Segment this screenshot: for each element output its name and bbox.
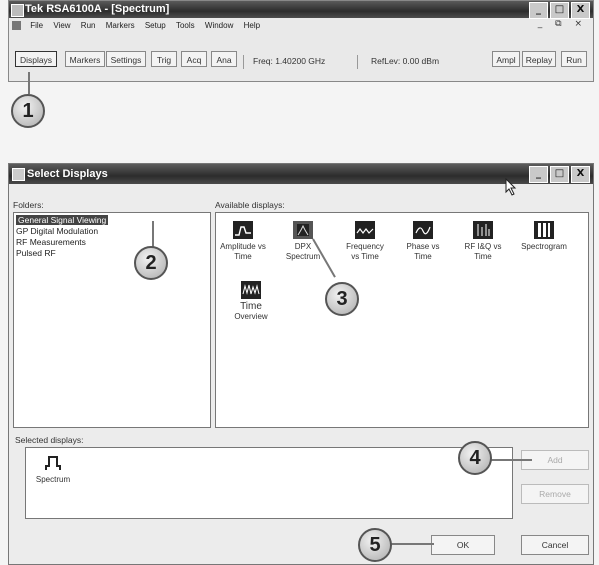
window-controls: _ □ X bbox=[529, 2, 590, 19]
phase-vs-time-icon bbox=[413, 221, 433, 239]
callout-2-leader bbox=[152, 221, 154, 247]
display-time-overview[interactable]: Time Overview bbox=[224, 281, 278, 322]
folder-pulsed-rf[interactable]: Pulsed RF bbox=[16, 248, 56, 258]
menu-help[interactable]: Help bbox=[240, 19, 264, 33]
dialog-title: Select Displays bbox=[27, 168, 108, 180]
dialog-close-button[interactable]: X bbox=[571, 166, 590, 183]
mdi-window-controls[interactable]: _ ⧉ × bbox=[538, 19, 587, 29]
folders-list: General Signal Viewing GP Digital Modula… bbox=[13, 212, 211, 428]
selected-display-label: Spectrum bbox=[35, 475, 71, 484]
frequency-vs-time-icon bbox=[355, 221, 375, 239]
remove-button[interactable]: Remove bbox=[521, 484, 589, 504]
acq-button[interactable]: Acq bbox=[181, 51, 207, 67]
select-displays-dialog: Select Displays _ □ X Folders: Available… bbox=[8, 163, 594, 565]
available-displays-label: Available displays: bbox=[215, 200, 285, 210]
selected-displays-label: Selected displays: bbox=[15, 435, 84, 445]
folders-label: Folders: bbox=[13, 200, 44, 210]
trig-button[interactable]: Trig bbox=[151, 51, 177, 67]
display-label-line2: vs Time bbox=[351, 252, 379, 261]
mouse-cursor-icon bbox=[505, 178, 517, 196]
callout-4-leader bbox=[490, 459, 532, 461]
selected-display-spectrum[interactable]: Spectrum bbox=[26, 454, 80, 485]
display-label-line1: Phase vs bbox=[406, 242, 440, 251]
menu-bar: File View Run Markers Setup Tools Window… bbox=[9, 19, 593, 33]
ana-button[interactable]: Ana bbox=[211, 51, 237, 67]
cancel-button[interactable]: Cancel bbox=[521, 535, 589, 555]
main-title-bar: Tek RSA6100A - [Spectrum] _ □ X bbox=[9, 1, 593, 19]
menu-markers[interactable]: Markers bbox=[102, 19, 139, 33]
callout-5-leader bbox=[390, 543, 434, 545]
main-window: Tek RSA6100A - [Spectrum] _ □ X File Vie… bbox=[8, 0, 594, 82]
close-button[interactable]: X bbox=[571, 2, 590, 19]
menu-setup[interactable]: Setup bbox=[141, 19, 170, 33]
reflev-readout[interactable]: RefLev: 0.00 dBm bbox=[371, 56, 439, 66]
display-phase-vs-time[interactable]: Phase vs Time bbox=[396, 221, 450, 262]
toolbar-separator bbox=[243, 55, 244, 69]
callout-3: 3 bbox=[325, 282, 359, 316]
display-label-line1: RF I&Q vs bbox=[464, 242, 502, 251]
menu-view[interactable]: View bbox=[49, 19, 74, 33]
display-label-line1: Spectrogram bbox=[521, 242, 567, 251]
callout-5: 5 bbox=[358, 528, 392, 562]
spectrogram-icon bbox=[534, 221, 554, 239]
menu-file[interactable]: File bbox=[26, 19, 47, 33]
dialog-window-controls: _ □ X bbox=[529, 166, 590, 183]
spectrum-icon bbox=[43, 454, 63, 472]
run-button[interactable]: Run bbox=[561, 51, 587, 67]
display-amplitude-vs-time[interactable]: Amplitude vs Time bbox=[216, 221, 270, 262]
display-label-line1: DPX bbox=[294, 242, 312, 251]
folder-rf-measurements[interactable]: RF Measurements bbox=[16, 237, 86, 247]
display-label-line2: Time bbox=[414, 252, 432, 261]
callout-2: 2 bbox=[134, 246, 168, 280]
folder-gp-digital-modulation[interactable]: GP Digital Modulation bbox=[16, 226, 98, 236]
settings-button[interactable]: Settings bbox=[106, 51, 146, 67]
app-icon bbox=[11, 4, 24, 17]
maximize-button[interactable]: □ bbox=[550, 2, 569, 19]
callout-1: 1 bbox=[11, 94, 45, 128]
menu-tools[interactable]: Tools bbox=[172, 19, 199, 33]
callout-4: 4 bbox=[458, 441, 492, 475]
freq-readout[interactable]: Freq: 1.40200 GHz bbox=[253, 56, 325, 66]
toolbar-separator bbox=[357, 55, 358, 69]
display-label-line1: Time bbox=[240, 301, 262, 312]
display-frequency-vs-time[interactable]: Frequency vs Time bbox=[338, 221, 392, 262]
replay-button[interactable]: Replay bbox=[522, 51, 556, 67]
callout-1-leader bbox=[28, 72, 30, 94]
rf-iq-vs-time-icon bbox=[473, 221, 493, 239]
display-label-line2: Time bbox=[234, 252, 252, 261]
folder-general-signal-viewing[interactable]: General Signal Viewing bbox=[16, 215, 109, 225]
dialog-minimize-button[interactable]: _ bbox=[529, 166, 548, 183]
menu-window[interactable]: Window bbox=[201, 19, 237, 33]
minimize-button[interactable]: _ bbox=[529, 2, 548, 19]
amplitude-vs-time-icon bbox=[233, 221, 253, 239]
dialog-icon bbox=[12, 168, 25, 181]
available-displays-list: Amplitude vs Time DPX Spectrum Frequency… bbox=[215, 212, 589, 428]
toolbar: Displays Markers Settings Trig Acq Ana F… bbox=[9, 35, 593, 69]
display-label-line2: Overview bbox=[234, 312, 268, 321]
selected-displays-list: Spectrum bbox=[25, 447, 513, 519]
time-overview-icon bbox=[241, 281, 261, 299]
document-icon bbox=[12, 21, 21, 31]
menu-run[interactable]: Run bbox=[77, 19, 100, 33]
ok-button[interactable]: OK bbox=[431, 535, 495, 555]
dialog-maximize-button[interactable]: □ bbox=[550, 166, 569, 183]
display-label-line1: Amplitude vs bbox=[220, 242, 266, 251]
main-window-title: Tek RSA6100A - [Spectrum] bbox=[25, 3, 170, 15]
dpx-spectrum-icon bbox=[293, 221, 313, 239]
display-rf-iq-vs-time[interactable]: RF I&Q vs Time bbox=[456, 221, 510, 262]
display-spectrogram[interactable]: Spectrogram bbox=[512, 221, 576, 252]
displays-button[interactable]: Displays bbox=[15, 51, 57, 67]
markers-button[interactable]: Markers bbox=[65, 51, 105, 67]
display-label-line2: Time bbox=[474, 252, 492, 261]
display-label-line1: Frequency bbox=[346, 242, 384, 251]
ampl-button[interactable]: Ampl bbox=[492, 51, 520, 67]
